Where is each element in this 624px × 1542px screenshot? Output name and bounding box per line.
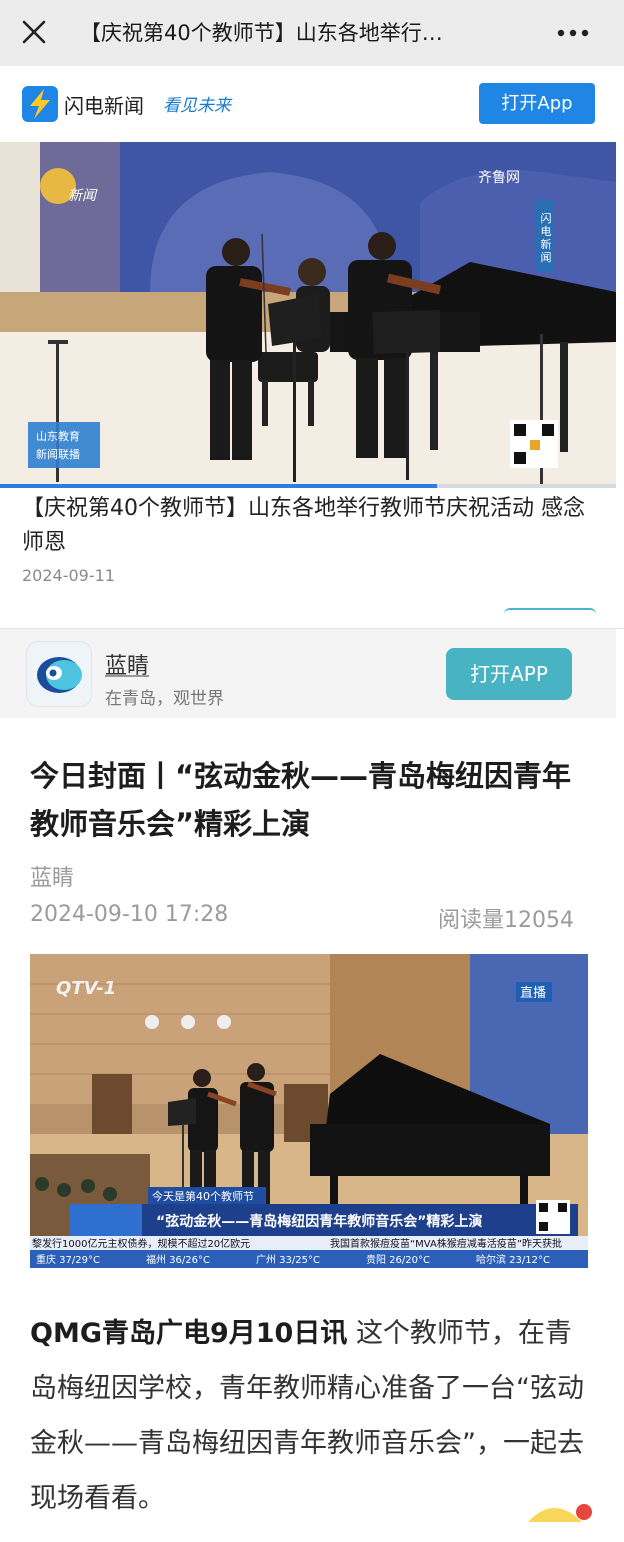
article2-datetime: 2024-09-10 17:28 [30,902,229,927]
article2-title: 今日封面丨“弦动金秋——青岛梅纽因青年教师音乐会”精彩上演 [30,759,572,841]
shandian-slogan: 看见未来 [163,96,231,116]
video-headline: “弦动金秋——青岛梅纽因青年教师音乐会”精彩上演 [156,1213,482,1230]
weather-item: 广州 33/25°C [256,1254,320,1266]
weather-item: 贵阳 26/20°C [366,1253,430,1266]
lanqing-slogan: 在青岛，观世界 [105,689,224,709]
floating-decoration-icon [528,1504,592,1522]
more-icon[interactable] [556,28,590,38]
top-bar: 【庆祝第40个教师节】山东各地举行… [0,0,624,66]
lanqing-logo-icon [26,641,92,707]
channel-logo: QTV-1 [56,978,116,999]
shandian-open-app-button[interactable]: 打开App [479,83,595,124]
shandian-name: 闪电新闻 [64,94,144,118]
article1-title[interactable]: 【庆祝第40个教师节】山东各地举行教师节庆祝活动 感念师恩 [22,492,602,560]
article2-read-count: 阅读量12054 [438,908,574,933]
weather-item: 哈尔滨 23/12°C [476,1253,550,1266]
ticker-left: 黎发行1000亿元主权债券，规模不超过20亿欧元 [32,1237,250,1250]
watermark-left: 新闻 [68,188,98,204]
lanqing-open-app-button[interactable]: 打开APP [446,648,572,700]
weather-item: 重庆 37/29°C [36,1253,100,1266]
side-badge-text: 闪电新闻 [540,212,552,264]
lanqing-name: 蓝睛 [105,654,150,679]
tab-indicator [504,608,596,614]
article2-source[interactable]: 蓝睛 [30,860,74,892]
topic-tag: 今天是第40个教师节 [152,1189,254,1203]
watermark-right: 齐鲁网 [478,170,520,186]
close-icon[interactable] [18,16,50,48]
article2-lead: QMG青岛广电9月10日讯 [30,1318,348,1349]
video-progress-fill [0,484,438,488]
article2-lead-gap [347,1318,356,1349]
bottom-badge-line1: 山东教育 [36,429,80,443]
live-badge: 直播 [520,986,546,1001]
video-player[interactable]: 新闻 齐鲁网 山东教育 新闻联播 [0,142,616,488]
page-title: 【庆祝第40个教师节】山东各地举行… [80,21,443,45]
ticker-right: 我国首款猴痘疫苗“MVA株猴痘减毒活疫苗”昨天获批 [330,1237,562,1250]
bottom-badge-line2: 新闻联播 [36,447,80,461]
article1-date: 2024-09-11 [22,566,115,585]
shandian-logo-icon [22,86,58,122]
stage-scene: 新闻 齐鲁网 山东教育 新闻联播 [0,142,616,488]
weather-item: 福州 36/26°C [146,1253,210,1266]
article2-video-still[interactable]: QTV-1 直播 今天是第40个教师节 “弦动金秋——青岛梅纽因青年教师音乐会”… [30,954,588,1268]
article2-body: QMG青岛广电9月10日讯 这个教师节，在青岛梅纽因学校，青年教师精心准备了一台… [30,1306,596,1526]
